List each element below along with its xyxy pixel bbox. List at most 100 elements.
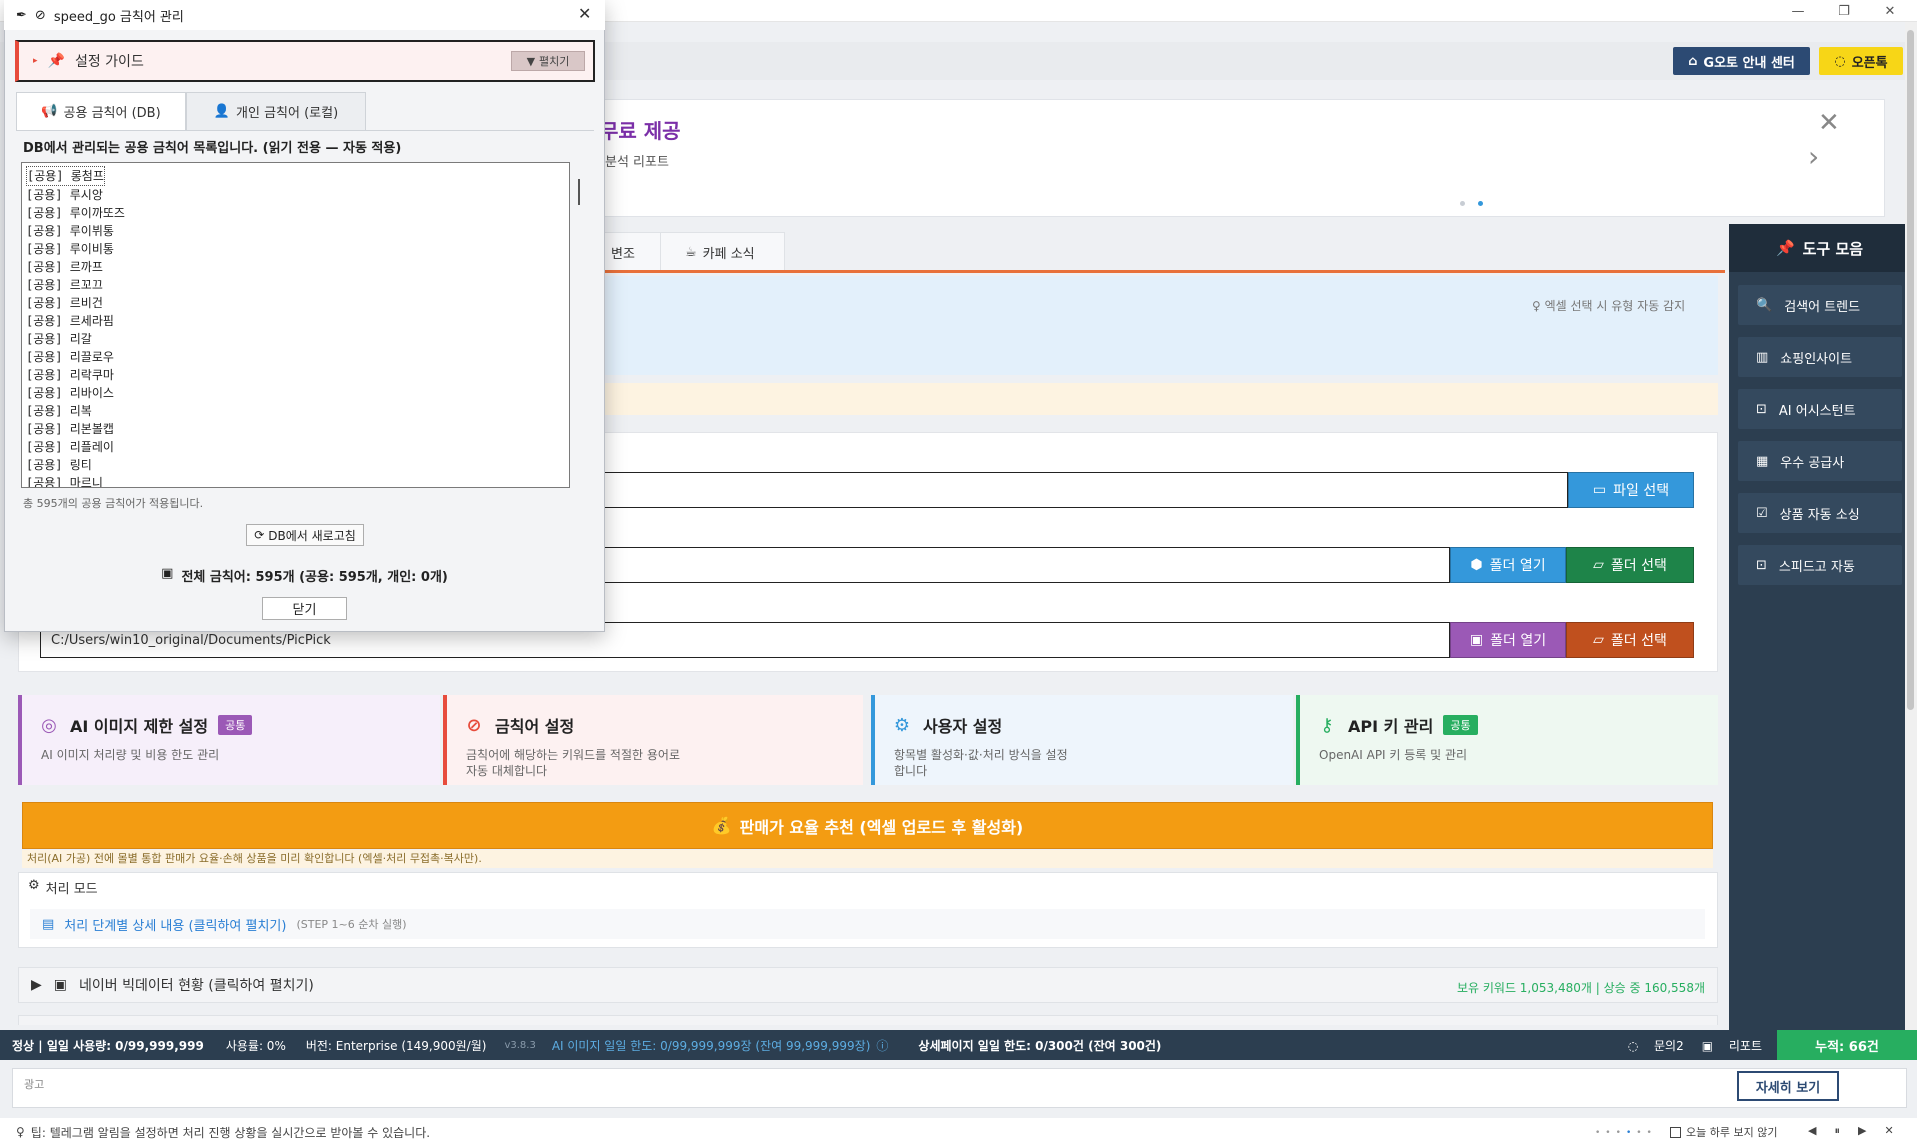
user-icon: 👤 [213,104,231,119]
tool-best-supplier[interactable]: ▦ 우수 공급사 [1738,441,1902,481]
pic-folder-select-button[interactable]: ▱ 폴더 선택 [1566,622,1694,658]
refresh-icon: ⟳ [254,528,265,542]
tool-shopping-insight[interactable]: ▥ 쇼핑인사이트 [1738,337,1902,377]
api-key-card[interactable]: ⚷ API 키 관리 공통 OpenAI API 키 등록 및 관리 [1296,695,1718,785]
money-bag-icon: 💰 [711,816,732,835]
target-icon: ◎ [41,714,57,736]
excel-file-input[interactable] [600,472,1568,508]
steps-toggle[interactable]: ▤ 처리 단계별 상세 내용 (클릭하여 펼치기) (STEP 1~6 순차 실… [30,909,1705,939]
banner-next-icon[interactable]: › [1808,140,1819,173]
list-item[interactable]: [공용] 루이뷔통 [26,222,565,240]
tab-public-words[interactable]: 📢 공용 금칙어 (DB) [16,92,186,130]
chart-icon: ▥ [1756,349,1769,365]
tool-sidebar-header: 📌 도구 모음 [1729,224,1910,272]
list-item[interactable]: [공용] 마르니 [26,474,565,487]
banner-dot[interactable] [1460,201,1465,206]
robot-icon: ⊡ [1756,401,1767,417]
folder-select-button[interactable]: ▱ 폴더 선택 [1566,547,1694,583]
tool-speedgo-auto[interactable]: ⊡ 스피드고 자동 [1738,545,1902,585]
naver-bigdata-toggle[interactable]: ▶ ▣ 네이버 빅데이터 현황 (클릭하여 펼치기) 보유 키워드 1,053,… [18,967,1718,1003]
info-icon[interactable]: ⓘ [876,1037,888,1054]
expand-arrow-icon: ▶ [31,977,42,993]
list-item[interactable]: [공용] 리바이스 [26,384,565,402]
list-item[interactable]: [공용] 르꼬끄 [26,276,565,294]
restore-button[interactable]: ❐ [1821,0,1867,22]
forbidden-icon: ⊘ [34,7,46,23]
list-scrollbar-thumb[interactable] [578,179,580,205]
close-icon[interactable]: ✕ [1884,1124,1893,1138]
list-item[interactable]: [공용] 롱첨프 [26,166,565,186]
list-item[interactable]: [공용] 리플레이 [26,438,565,456]
minimize-button[interactable]: — [1775,0,1821,22]
search-icon: 🔍 [1756,297,1773,313]
promo-banner[interactable] [600,99,1885,217]
box-icon: ⬢ [1470,557,1483,573]
megaphone-icon: 📢 [41,104,58,119]
accumulated-count: 누적: 66건 [1777,1030,1917,1060]
ballot-icon: ▣ [53,977,68,993]
file-select-button[interactable]: ▭ 파일 선택 [1568,472,1694,508]
document-icon: ▤ [42,916,55,932]
tool-auto-sourcing[interactable]: ☑ 상품 자동 소싱 [1738,493,1902,533]
tab-private-words[interactable]: 👤 개인 금칙어 (로컬) [186,92,366,130]
pause-icon[interactable]: ⏸ [1834,1124,1840,1138]
tool-ai-assistant[interactable]: ⊡ AI 어시스턴트 [1738,389,1902,429]
common-badge: 공통 [1443,715,1478,735]
list-item[interactable]: [공용] 루이까또즈 [26,204,565,222]
user-settings-card[interactable]: ⚙ 사용자 설정 항목별 활성화·값·처리 방식을 설정합니다 [871,695,1293,785]
steps-link[interactable]: 처리 단계별 상세 내용 (클릭하여 펼치기) [64,915,286,934]
lightbulb-icon: ♀ [16,1125,25,1139]
list-item[interactable]: [공용] 리락쿠마 [26,366,565,384]
list-item[interactable]: [공용] 리본볼캡 [26,420,565,438]
list-item[interactable]: [공용] 루이비통 [26,240,565,258]
ai-image-limit-card[interactable]: ◎ AI 이미지 제한 설정 공통 AI 이미지 처리량 및 비용 한도 관리 [18,695,440,785]
next-icon[interactable]: ▶ [1858,1124,1866,1138]
list-item[interactable]: [공용] 르비건 [26,294,565,312]
tool-search-trend[interactable]: 🔍 검색어 트렌드 [1738,285,1902,325]
openchat-button[interactable]: ◌ 오픈톡 [1819,47,1903,75]
window-close-button[interactable]: ✕ [1867,0,1913,22]
list-item[interactable]: [공용] 리갈 [26,330,565,348]
prev-icon[interactable]: ◀ [1808,1124,1816,1138]
list-item[interactable]: [공용] 리복 [26,402,565,420]
output-folder-input[interactable] [600,547,1450,583]
status-version: 버전: Enterprise (149,900원/월) [305,1038,487,1053]
forbidden-words-card[interactable]: ⊘ 금칙어 설정 금칙어에 해당하는 키워드를 적절한 용어로 자동 대체합니다 [443,695,863,785]
ad-detail-button[interactable]: 자세히 보기 [1737,1071,1839,1101]
folder-open-icon: ▱ [1593,632,1604,648]
tip-pager-dots[interactable]: •••••• [1595,1128,1657,1138]
price-rate-recommend-button[interactable]: 💰 판매가 요율 추천 (엑셀 업로드 후 활성화) [22,802,1713,849]
building-icon: ⌂ [1688,53,1698,69]
refresh-from-db-button[interactable]: ⟳ DB에서 새로고침 [246,524,364,546]
list-item[interactable]: [공용] 리끌로우 [26,348,565,366]
main-scrollbar-thumb[interactable] [1907,30,1914,710]
common-badge: 공통 [218,715,253,735]
pin-icon: 📌 [47,53,65,69]
list-item[interactable]: [공용] 르까프 [26,258,565,276]
list-item[interactable]: [공용] 루시앙 [26,186,565,204]
report-button[interactable]: ▣ 리포트 [1702,1037,1762,1054]
list-item[interactable]: [공용] 르세라핌 [26,312,565,330]
folder-open-button[interactable]: ⬢ 폴더 열기 [1450,547,1566,583]
dialog-close-icon[interactable]: ✕ [578,4,591,23]
image-icon: ▣ [1469,632,1484,648]
guide-expand-button[interactable]: ▼ 펼치기 [511,51,585,71]
robot-icon: ⊡ [1756,557,1767,573]
pic-folder-open-button[interactable]: ▣ 폴더 열기 [1450,622,1566,658]
ad-bar[interactable] [12,1068,1907,1108]
gear-icon: ⚙ [28,878,40,893]
banner-dot-active[interactable] [1478,201,1483,206]
list-item[interactable]: [공용] 링티 [26,456,565,474]
recommend-note: 처리(AI 가공) 전에 몰별 통합 판매가 요율·손해 상품을 미리 확인합니… [22,850,1713,868]
setup-guide-panel[interactable]: ▸ 📌 설정 가이드 [15,40,595,82]
tab-modulation[interactable]: 변조 [600,232,664,272]
hide-today-checkbox[interactable]: 오늘 하루 보지 않기 [1670,1124,1777,1140]
tab-cafe-news[interactable]: ☕ 카페 소식 [660,232,785,272]
inquiry-button[interactable]: ◌ 문의2 [1628,1037,1684,1054]
guide-center-button[interactable]: ⌂ G오토 안내 센터 [1673,47,1810,75]
forbidden-word-list[interactable]: [공용] 롱첨프 [공용] 루시앙 [공용] 루이까또즈 [공용] 루이뷔통 [… [21,162,570,488]
status-ai-limit: AI 이미지 일일 한도: 0/99,999,999장 (잔여 99,999,9… [551,1038,871,1053]
banner-close-icon[interactable]: ✕ [1818,108,1840,138]
dialog-close-button[interactable]: 닫기 [262,597,347,620]
gear-icon: ⚙ [893,714,911,736]
